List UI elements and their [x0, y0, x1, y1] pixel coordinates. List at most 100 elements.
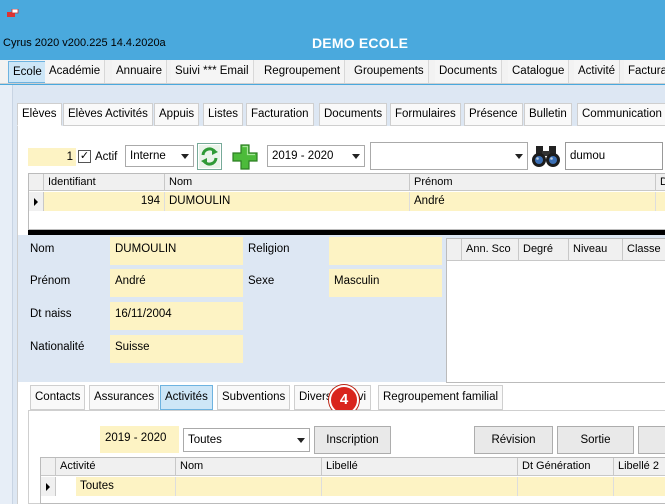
refresh-icon — [199, 145, 220, 168]
chevron-down-icon — [181, 154, 189, 159]
cell-prenom[interactable]: André — [410, 192, 656, 211]
column-header-nom[interactable]: Nom — [176, 458, 322, 476]
column-header-libelle[interactable]: Libellé — [322, 458, 518, 476]
nationalite-field[interactable]: Suisse — [110, 335, 243, 363]
tab-suivi-email[interactable]: Suivi *** Email — [171, 60, 254, 83]
nationalite-label: Nationalité — [30, 341, 85, 353]
title-bar — [0, 0, 665, 30]
religion-field[interactable] — [329, 237, 442, 265]
app-header: Cyrus 2020 v200.225 14.4.2020a DEMO ECOL… — [0, 30, 665, 60]
subtab-listes[interactable]: Listes — [203, 103, 244, 126]
year-select-value: 2019 - 2020 — [272, 150, 334, 162]
tab-catalogue[interactable]: Catalogue — [508, 60, 570, 83]
column-header-prenom[interactable]: Prénom — [410, 174, 656, 191]
nom-label: Nom — [30, 243, 55, 255]
column-header-ann-sco[interactable]: Ann. Sco — [462, 239, 519, 261]
subtab-appuis[interactable]: Appuis — [154, 103, 200, 126]
tab-academie[interactable]: Académie — [45, 60, 106, 83]
tab-groupements[interactable]: Groupements — [350, 60, 429, 83]
column-header-activite[interactable]: Activité — [56, 458, 176, 476]
row-selector[interactable] — [29, 192, 44, 211]
subtab-eleves[interactable]: Elèves — [17, 103, 62, 126]
sexe-field[interactable]: Masculin — [329, 269, 442, 297]
tab-documents[interactable]: Documents — [435, 60, 503, 83]
cell-nom[interactable] — [176, 477, 322, 496]
extra-action-button[interactable]: A — [638, 426, 665, 454]
students-grid: Identifiant Nom Prénom D 194 DUMOULIN An… — [28, 173, 665, 230]
search-input[interactable] — [565, 142, 663, 170]
tab-regroupement[interactable]: Regroupement — [260, 60, 346, 83]
tab-regroupement-familial[interactable]: Regroupement familial — [378, 385, 504, 410]
column-header-libelle-2[interactable]: Libellé 2 — [614, 458, 665, 476]
row-selector[interactable] — [41, 477, 56, 496]
type-select-value: Interne — [130, 150, 166, 162]
cell-dt-generation[interactable] — [518, 477, 614, 496]
student-tab-bar: Elèves Elèves Activités Appuis Listes Fa… — [17, 103, 665, 126]
refresh-button[interactable] — [197, 143, 222, 170]
left-gutter — [0, 85, 13, 504]
activity-filter-value: Toutes — [188, 434, 222, 446]
subtab-eleves-activites[interactable]: Elèves Activités — [63, 103, 153, 126]
subtab-facturation[interactable]: Facturation — [246, 103, 314, 126]
actif-label: Actif — [95, 151, 118, 163]
chevron-down-icon — [297, 438, 305, 443]
tab-facturation[interactable]: Facturation — [624, 60, 665, 83]
tab-contacts[interactable]: Contacts — [30, 385, 86, 410]
tab-assurances[interactable]: Assurances — [89, 385, 160, 410]
app-title: DEMO ECOLE — [312, 35, 409, 51]
chevron-down-icon — [515, 154, 523, 159]
column-header-classe[interactable]: Classe — [623, 239, 665, 261]
revision-button[interactable]: Révision — [474, 426, 553, 454]
nom-field[interactable]: DUMOULIN — [110, 237, 243, 265]
inscription-button[interactable]: Inscription — [314, 426, 391, 454]
year-select[interactable]: 2019 - 2020 — [267, 145, 365, 167]
activity-filter-select[interactable]: Toutes — [183, 428, 310, 452]
column-header-dt-generation[interactable]: Dt Génération — [518, 458, 614, 476]
app-logo-icon — [7, 9, 19, 17]
dtnaiss-field[interactable]: 16/11/2004 — [110, 302, 243, 330]
add-student-button[interactable] — [230, 143, 260, 171]
type-select[interactable]: Interne — [125, 145, 194, 167]
sexe-label: Sexe — [248, 275, 275, 287]
cell-spacer — [56, 477, 76, 496]
cell-d[interactable] — [656, 192, 665, 211]
current-row-icon — [34, 198, 38, 206]
column-header-niveau[interactable]: Niveau — [569, 239, 623, 261]
scolarite-grid: Ann. Sco Degré Niveau Classe — [446, 238, 665, 383]
cell-libelle[interactable] — [322, 477, 518, 496]
column-header-degre[interactable]: Degré — [519, 239, 569, 261]
record-count-field: 1 — [28, 148, 76, 166]
subtab-bulletin[interactable]: Bulletin — [524, 103, 572, 126]
filter-select[interactable] — [370, 142, 528, 170]
subtab-communication[interactable]: Communication — [577, 103, 665, 126]
grid-corner — [29, 174, 44, 191]
cell-libelle-2[interactable] — [614, 477, 665, 496]
actif-checkbox[interactable]: ✓ — [78, 150, 91, 163]
current-row-icon — [46, 483, 50, 491]
tab-annuaire[interactable]: Annuaire — [112, 60, 168, 83]
subtab-presence[interactable]: Présence — [464, 103, 523, 126]
column-header-nom[interactable]: Nom — [165, 174, 410, 191]
subtab-documents[interactable]: Documents — [319, 103, 388, 126]
cell-activite[interactable]: Toutes — [76, 477, 176, 496]
religion-label: Religion — [248, 243, 290, 255]
column-header-d[interactable]: D — [656, 174, 665, 191]
activity-year-field[interactable]: 2019 - 2020 — [100, 426, 179, 453]
subtab-formulaires[interactable]: Formulaires — [390, 103, 461, 126]
version-label: Cyrus 2020 v200.225 14.4.2020a — [3, 37, 166, 49]
grid-corner — [447, 239, 462, 261]
search-button[interactable] — [530, 143, 562, 169]
sortie-button[interactable]: Sortie — [557, 426, 634, 454]
cell-identifiant[interactable]: 194 — [44, 192, 165, 211]
tab-ecole[interactable]: Ecole — [8, 61, 47, 83]
plus-icon — [232, 144, 258, 170]
prenom-field[interactable]: André — [110, 269, 243, 297]
chevron-down-icon — [352, 154, 360, 159]
tab-subventions[interactable]: Subventions — [217, 385, 291, 410]
grid-corner — [41, 458, 56, 476]
prenom-label: Prénom — [30, 275, 71, 287]
tab-activites[interactable]: Activités — [160, 385, 213, 410]
tab-activite[interactable]: Activité — [574, 60, 621, 83]
column-header-identifiant[interactable]: Identifiant — [44, 174, 165, 191]
cell-nom[interactable]: DUMOULIN — [165, 192, 410, 211]
